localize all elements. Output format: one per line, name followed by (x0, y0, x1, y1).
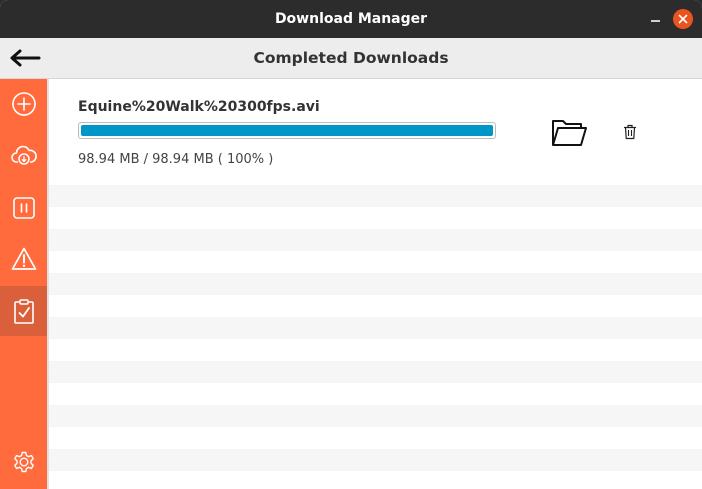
sidebar (0, 79, 47, 489)
pause-icon (12, 197, 35, 219)
page-title: Completed Downloads (253, 49, 449, 67)
sidebar-item-failed[interactable] (0, 234, 47, 284)
title-bar: Download Manager (0, 0, 702, 38)
back-button[interactable] (8, 46, 42, 70)
clipboard-check-icon (13, 299, 34, 324)
trash-icon (624, 124, 636, 140)
minimize-button[interactable] (648, 12, 662, 26)
add-icon (11, 92, 36, 116)
sidebar-item-add-download[interactable] (0, 79, 47, 129)
download-filename: Equine%20Walk%20300fps.avi (78, 99, 320, 115)
sidebar-item-paused[interactable] (0, 183, 47, 233)
sidebar-item-downloading[interactable] (0, 130, 47, 180)
page-header: Completed Downloads (0, 38, 702, 79)
app-window: Download Manager Completed Downloads Equ… (0, 0, 702, 489)
folder-icon (552, 120, 587, 146)
download-item[interactable]: Equine%20Walk%20300fps.avi 98.94 MB / 98… (49, 79, 702, 185)
downloads-list: Equine%20Walk%20300fps.avi 98.94 MB / 98… (47, 79, 702, 489)
arrow-left-icon (10, 49, 41, 67)
sidebar-item-settings[interactable] (0, 437, 47, 487)
window-title: Download Manager (274, 11, 428, 27)
download-size-text: 98.94 MB / 98.94 MB ( 100% ) (78, 152, 274, 167)
close-button[interactable] (673, 9, 693, 29)
empty-list-rows (49, 185, 702, 489)
download-progress-bar (78, 122, 496, 139)
cloud-download-icon (10, 145, 37, 165)
warning-icon (11, 247, 36, 270)
open-folder-button[interactable] (549, 115, 589, 151)
gear-icon (13, 451, 34, 473)
sidebar-item-completed[interactable] (0, 286, 47, 336)
delete-button[interactable] (619, 121, 641, 143)
close-icon (678, 14, 688, 24)
progress-fill (81, 125, 493, 136)
